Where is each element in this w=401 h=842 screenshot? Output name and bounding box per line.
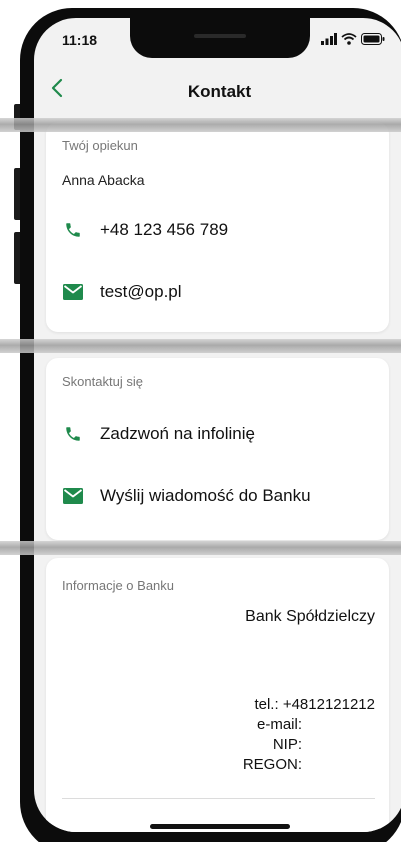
contact-card: Skontaktuj się Zadzwoń na infolinię Wyśl…	[46, 358, 389, 540]
caretaker-label: Twój opiekun	[62, 138, 138, 153]
bank-info-card: Informacje o Banku Bank Spółdzielczy tel…	[46, 558, 389, 832]
overlay-stripe	[0, 339, 401, 353]
bank-info-label: Informacje o Banku	[62, 578, 175, 593]
caretaker-name: Anna Abacka	[62, 172, 145, 188]
speaker-grille	[194, 34, 246, 38]
caretaker-email: test@op.pl	[100, 282, 182, 301]
bank-email: e-mail:	[256, 716, 302, 733]
divider	[62, 798, 375, 799]
contact-label: Skontaktuj się	[62, 374, 143, 389]
phone-icon	[62, 219, 84, 241]
call-hotline-row[interactable]: Zadzwoń na infolinię	[62, 416, 379, 452]
caretaker-phone: +48 123 456 789	[100, 220, 229, 239]
home-indicator[interactable]	[150, 824, 290, 829]
send-message-label: Wyślij wiadomość do Banku	[100, 486, 311, 505]
battery-icon	[361, 32, 385, 50]
mail-icon	[62, 281, 84, 303]
device-stage: 11:18 Kontakt Twój opiekun Anna Abacka +…	[0, 0, 401, 842]
send-message-row[interactable]: Wyślij wiadomość do Banku	[62, 478, 379, 514]
bank-tel: tel.: +4812121212	[254, 696, 375, 713]
bank-name: Bank Spółdzielczy	[245, 608, 375, 625]
status-icons	[321, 32, 385, 50]
bank-nip: NIP:	[272, 736, 302, 753]
bank-regon: REGON:	[242, 756, 302, 773]
signal-icon	[321, 32, 337, 50]
phone-screen: 11:18 Kontakt Twój opiekun Anna Abacka +…	[34, 18, 401, 832]
notch	[130, 18, 310, 58]
caretaker-phone-row[interactable]: +48 123 456 789	[62, 212, 379, 248]
caretaker-email-row[interactable]: test@op.pl	[62, 274, 379, 310]
wifi-icon	[341, 32, 357, 50]
top-app-bar: Kontakt	[34, 64, 401, 116]
overlay-stripe	[0, 541, 401, 555]
overlay-stripe	[0, 118, 401, 132]
status-time: 11:18	[62, 32, 98, 48]
caretaker-card: Twój opiekun Anna Abacka +48 123 456 789	[46, 122, 389, 332]
page-title: Kontakt	[187, 82, 252, 101]
call-hotline-label: Zadzwoń na infolinię	[100, 424, 255, 443]
phone-icon	[62, 423, 84, 445]
mail-icon	[62, 485, 84, 507]
